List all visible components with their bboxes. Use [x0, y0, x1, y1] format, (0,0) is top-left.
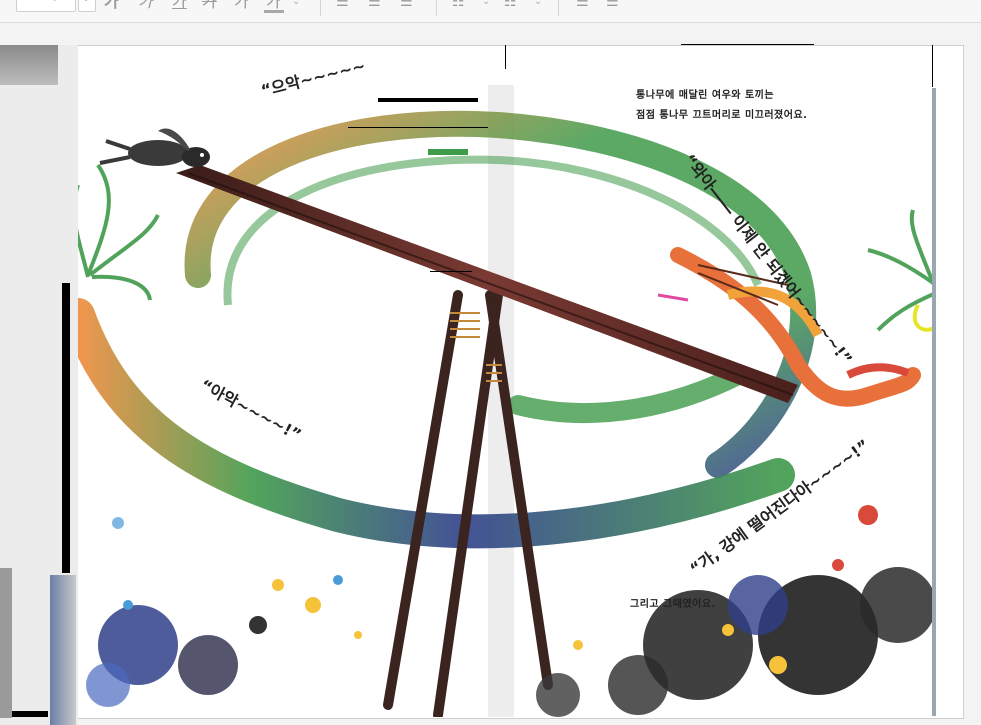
align-center-icon[interactable]: ☰ — [368, 0, 381, 10]
page-edge-right — [932, 88, 936, 716]
font-color-button[interactable]: 가 — [266, 0, 281, 10]
swirl-right-green — [508, 365, 748, 423]
toolbar-divider — [436, 0, 437, 16]
indent-increase-icon[interactable]: ☰ — [606, 0, 619, 10]
page-edge-strip — [0, 45, 78, 725]
formatting-toolbar: pt ⌄ ⌄ 가 가 가 가 가 가 ⌄ ☰ ☰ ☰ ☷ ⌄ ☷ ⌄ ☰ ☰ — [0, 0, 981, 23]
font-color-swatch — [264, 10, 284, 13]
superscript-button[interactable]: 가 — [234, 0, 249, 10]
toolbar-divider — [320, 0, 321, 16]
bold-button[interactable]: 가 — [104, 0, 119, 10]
numbered-list-icon[interactable]: ☷ — [504, 0, 517, 10]
palm-right — [867, 209, 936, 332]
tripod — [383, 290, 553, 717]
chevron-down-icon: ⌄ — [65, 0, 73, 2]
bullet-list-icon[interactable]: ☷ — [452, 0, 465, 10]
align-left-icon[interactable]: ☰ — [336, 0, 349, 10]
chevron-down-icon: ⌄ — [82, 0, 90, 4]
rabbit-figure — [99, 128, 210, 167]
narration-line-3: 그리고 그때였어요. — [630, 599, 716, 610]
toolbar-divider — [558, 0, 559, 16]
italic-button[interactable]: 가 — [138, 0, 153, 10]
align-right-icon[interactable]: ☰ — [400, 0, 413, 10]
chevron-down-icon[interactable]: ⌄ — [534, 0, 542, 7]
chevron-down-icon[interactable]: ⌄ — [292, 0, 300, 7]
underline-button[interactable]: 가 — [172, 0, 187, 10]
narration-line-2: 점점 통나무 끄트머리로 미끄러졌어요. — [636, 110, 808, 121]
frame-mark — [932, 45, 933, 87]
chevron-down-icon[interactable]: ⌄ — [482, 0, 490, 7]
narration-line-1: 통나무에 매달린 여우와 토끼는 — [636, 90, 775, 101]
font-size-spin[interactable]: ⌄ — [78, 0, 96, 12]
frame-mark — [505, 45, 506, 69]
strikethrough-button[interactable]: 가 — [202, 0, 217, 10]
frame-mark — [681, 44, 814, 45]
palm-left — [78, 163, 160, 301]
indent-decrease-icon[interactable]: ☰ — [576, 0, 589, 10]
font-size-select[interactable]: pt ⌄ — [16, 0, 76, 12]
